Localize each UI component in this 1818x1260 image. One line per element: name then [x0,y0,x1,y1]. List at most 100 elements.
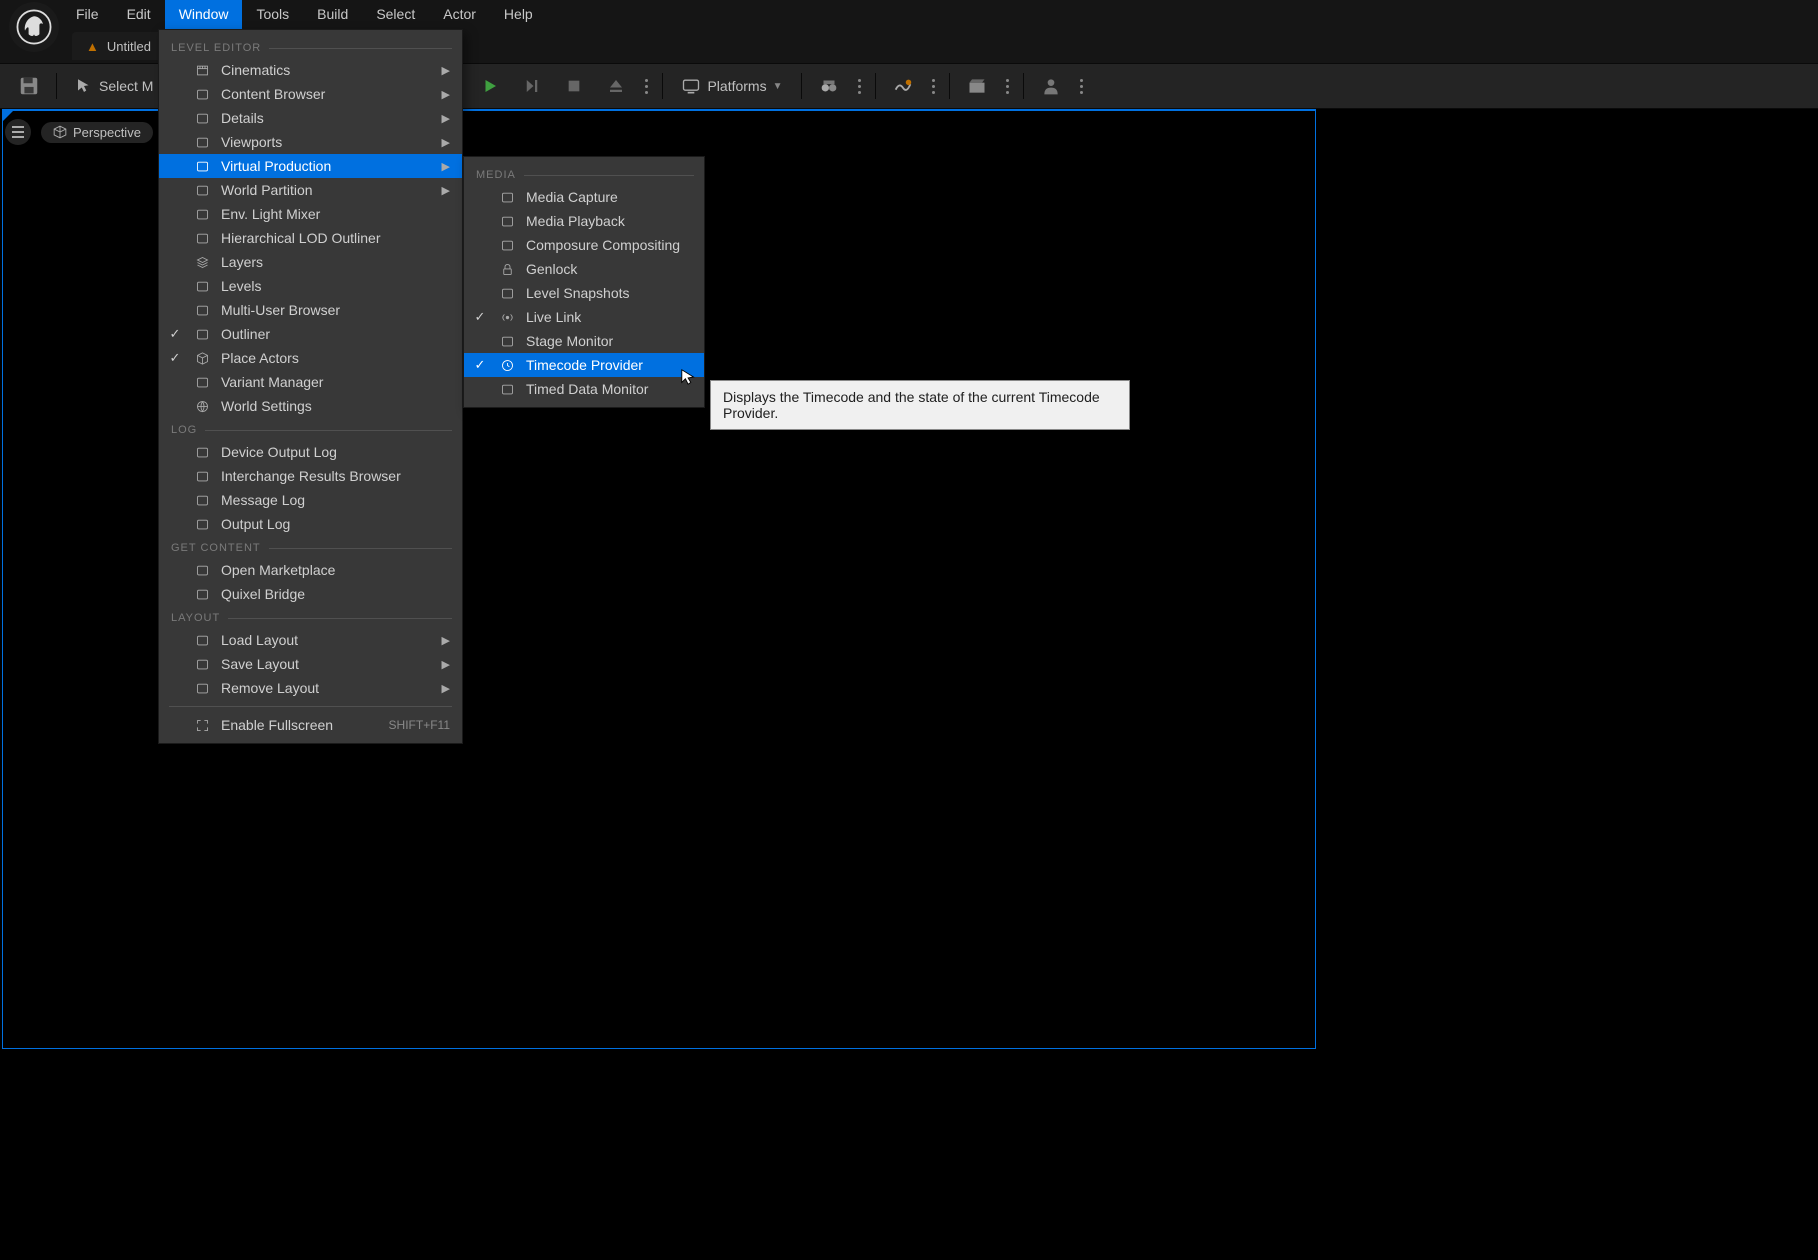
unreal-logo[interactable] [9,2,59,52]
virtual-production-submenu: MEDIAMedia CaptureMedia PlaybackComposur… [463,156,705,408]
window-menu-item-world-partition[interactable]: World Partition ▶ [159,178,462,202]
window-menu-item-details[interactable]: Details▶ [159,106,462,130]
window-menu-item-interchange-results-browser[interactable]: Interchange Results Browser [159,464,462,488]
window-menu-item-device-output-log[interactable]: Device Output Log [159,440,462,464]
window-menu-item-layers[interactable]: Layers [159,250,462,274]
load-icon [193,631,211,649]
menu-item-label: Quixel Bridge [221,586,450,602]
submenu-item-genlock[interactable]: Genlock [464,257,704,281]
menubar-item-tools[interactable]: Tools [242,0,303,29]
window-menu-item-variant-manager[interactable]: Variant Manager [159,370,462,394]
window-menu-item-content-browser[interactable]: Content Browser▶ [159,82,462,106]
menubar-item-build[interactable]: Build [303,0,362,29]
viewport-header: Perspective [5,119,153,145]
settings-icon[interactable] [810,67,848,105]
comp-icon [498,236,516,254]
play-options-icon[interactable] [639,79,654,94]
more-options-icon[interactable] [852,79,867,94]
pencil-icon [193,109,211,127]
doc-icon [193,443,211,461]
more-options-icon[interactable] [1000,79,1015,94]
eject-button[interactable] [597,67,635,105]
menu-item-label: Media Capture [526,189,692,205]
user-icon[interactable] [1032,67,1070,105]
menu-item-label: Media Playback [526,213,692,229]
more-options-icon[interactable] [1074,79,1089,94]
users-icon [193,301,211,319]
window-menu-item-message-log[interactable]: Message Log [159,488,462,512]
check-icon: ✓ [167,326,183,342]
window-menu-item-virtual-production[interactable]: Virtual Production▶ [159,154,462,178]
section-line [205,430,452,431]
window-menu-item-viewports[interactable]: Viewports▶ [159,130,462,154]
menubar-item-file[interactable]: File [62,0,113,29]
msg-icon [193,491,211,509]
submenu-item-stage-monitor[interactable]: Stage Monitor [464,329,704,353]
menubar-item-edit[interactable]: Edit [113,0,165,29]
submenu-item-composure-compositing[interactable]: Composure Compositing [464,233,704,257]
window-menu-item-open-marketplace[interactable]: Open Marketplace [159,558,462,582]
window-menu-item-cinematics[interactable]: Cinematics▶ [159,58,462,82]
window-menu-item-save-layout[interactable]: Save Layout▶ [159,652,462,676]
menu-section-header: GET CONTENT [159,536,462,558]
submenu-arrow-icon: ▶ [442,112,450,125]
menu-item-label: Multi-User Browser [221,302,450,318]
submenu-item-live-link[interactable]: ✓Live Link [464,305,704,329]
window-menu-item-outliner[interactable]: ✓Outliner [159,322,462,346]
platforms-dropdown[interactable]: Platforms ▼ [671,67,792,105]
menubar-item-window[interactable]: Window [165,0,243,29]
menu-divider [169,706,452,707]
submenu-item-timecode-provider[interactable]: ✓ Timecode Provider [464,353,704,377]
menu-item-label: World Settings [221,398,450,414]
submenu-arrow-icon: ▶ [442,184,450,197]
document-tab[interactable]: ▲ Untitled [72,32,165,60]
menubar-item-help[interactable]: Help [490,0,547,29]
window-menu-item-remove-layout[interactable]: Remove Layout▶ [159,676,462,700]
more-options-icon[interactable] [926,79,941,94]
window-menu: LEVEL EDITORCinematics▶Content Browser▶D… [158,29,463,744]
submenu-item-timed-data-monitor[interactable]: Timed Data Monitor [464,377,704,401]
window-menu-item-levels[interactable]: Levels [159,274,462,298]
window-menu-item-env-light-mixer[interactable]: Env. Light Mixer [159,202,462,226]
stop-button[interactable] [555,67,593,105]
window-menu-item-load-layout[interactable]: Load Layout▶ [159,628,462,652]
window-menu-item-multi-user-browser[interactable]: Multi-User Browser [159,298,462,322]
menu-item-label: World Partition [221,182,416,198]
viewport-options-button[interactable] [5,119,31,145]
window-menu-item-enable-fullscreen[interactable]: Enable FullscreenSHIFT+F11 [159,713,462,737]
submenu-item-level-snapshots[interactable]: Level Snapshots [464,281,704,305]
sequencer-icon[interactable] [884,67,922,105]
select-mode-label: Select M [99,78,153,94]
save-icon [193,655,211,673]
check-icon: ✓ [472,357,488,373]
list-icon [193,325,211,343]
save-button[interactable] [10,67,48,105]
menu-item-label: Env. Light Mixer [221,206,450,222]
section-title: LAYOUT [171,612,220,624]
snap-icon [498,284,516,302]
menu-item-label: Live Link [526,309,692,325]
mouse-cursor [680,368,698,386]
submenu-arrow-icon: ▶ [442,160,450,173]
window-menu-item-quixel-bridge[interactable]: Quixel Bridge [159,582,462,606]
window-menu-item-output-log[interactable]: Output Log [159,512,462,536]
select-mode-dropdown[interactable]: Select M [65,67,163,105]
menu-item-label: Timecode Provider [526,357,692,373]
menu-item-label: Device Output Log [221,444,450,460]
film-icon [193,61,211,79]
step-button[interactable] [513,67,551,105]
perspective-dropdown[interactable]: Perspective [41,122,153,143]
menubar-item-select[interactable]: Select [362,0,429,29]
vp-icon [193,157,211,175]
cinematics-icon[interactable] [958,67,996,105]
submenu-item-media-capture[interactable]: Media Capture [464,185,704,209]
tab-title: Untitled [107,39,151,54]
play-button[interactable] [471,67,509,105]
menubar-item-actor[interactable]: Actor [429,0,490,29]
tooltip: Displays the Timecode and the state of t… [710,380,1130,430]
submenu-item-media-playback[interactable]: Media Playback [464,209,704,233]
window-menu-item-place-actors[interactable]: ✓Place Actors [159,346,462,370]
target-icon [193,205,211,223]
window-menu-item-world-settings[interactable]: World Settings [159,394,462,418]
window-menu-item-hierarchical-lod-outliner[interactable]: Hierarchical LOD Outliner [159,226,462,250]
